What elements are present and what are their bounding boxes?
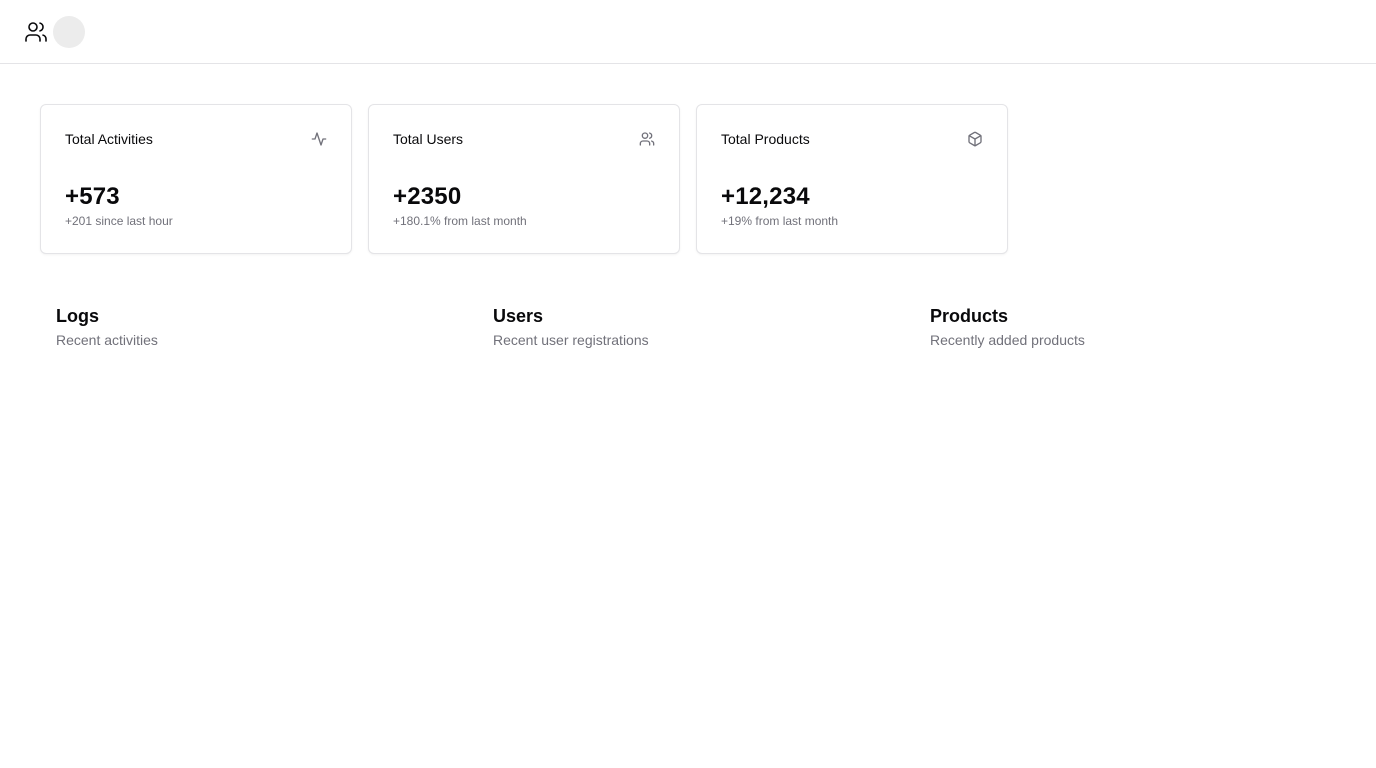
stat-card-users: Total Users +2350 +180.1% from last mont…: [368, 104, 680, 254]
card-title: Total Products: [721, 131, 810, 147]
card-title: Total Users: [393, 131, 464, 147]
card-subtitle: +19% from last month: [721, 214, 839, 228]
card-subtitle: +201 since last hour: [65, 214, 173, 228]
avatar[interactable]: [53, 15, 85, 48]
card-subtitle: +180.1% from last month: [393, 214, 527, 228]
section-title: Products: [930, 306, 1009, 326]
users-icon[interactable]: [24, 20, 48, 44]
stat-card-products: Total Products +12,234 +19% from last mo…: [696, 104, 1008, 254]
section-description: Recent activities: [56, 332, 158, 348]
card-title: Total Activities: [65, 131, 153, 147]
package-icon: [967, 131, 983, 147]
card-value: +2350: [393, 183, 462, 210]
users-section: Users Recent user registrations: [493, 305, 649, 349]
activity-icon: [311, 131, 327, 147]
users-icon: [639, 131, 655, 147]
section-title: Logs: [56, 306, 99, 326]
products-section: Products Recently added products: [930, 305, 1085, 349]
section-description: Recent user registrations: [493, 332, 649, 348]
section-title: Users: [493, 306, 544, 326]
top-bar: [0, 0, 1376, 64]
stat-card-activities: Total Activities +573 +201 since last ho…: [40, 104, 352, 254]
logs-section: Logs Recent activities: [56, 305, 158, 349]
section-description: Recently added products: [930, 332, 1085, 348]
stats-cards: Total Activities +573 +201 since last ho…: [40, 104, 1024, 254]
card-value: +573: [65, 183, 120, 210]
card-value: +12,234: [721, 183, 810, 210]
